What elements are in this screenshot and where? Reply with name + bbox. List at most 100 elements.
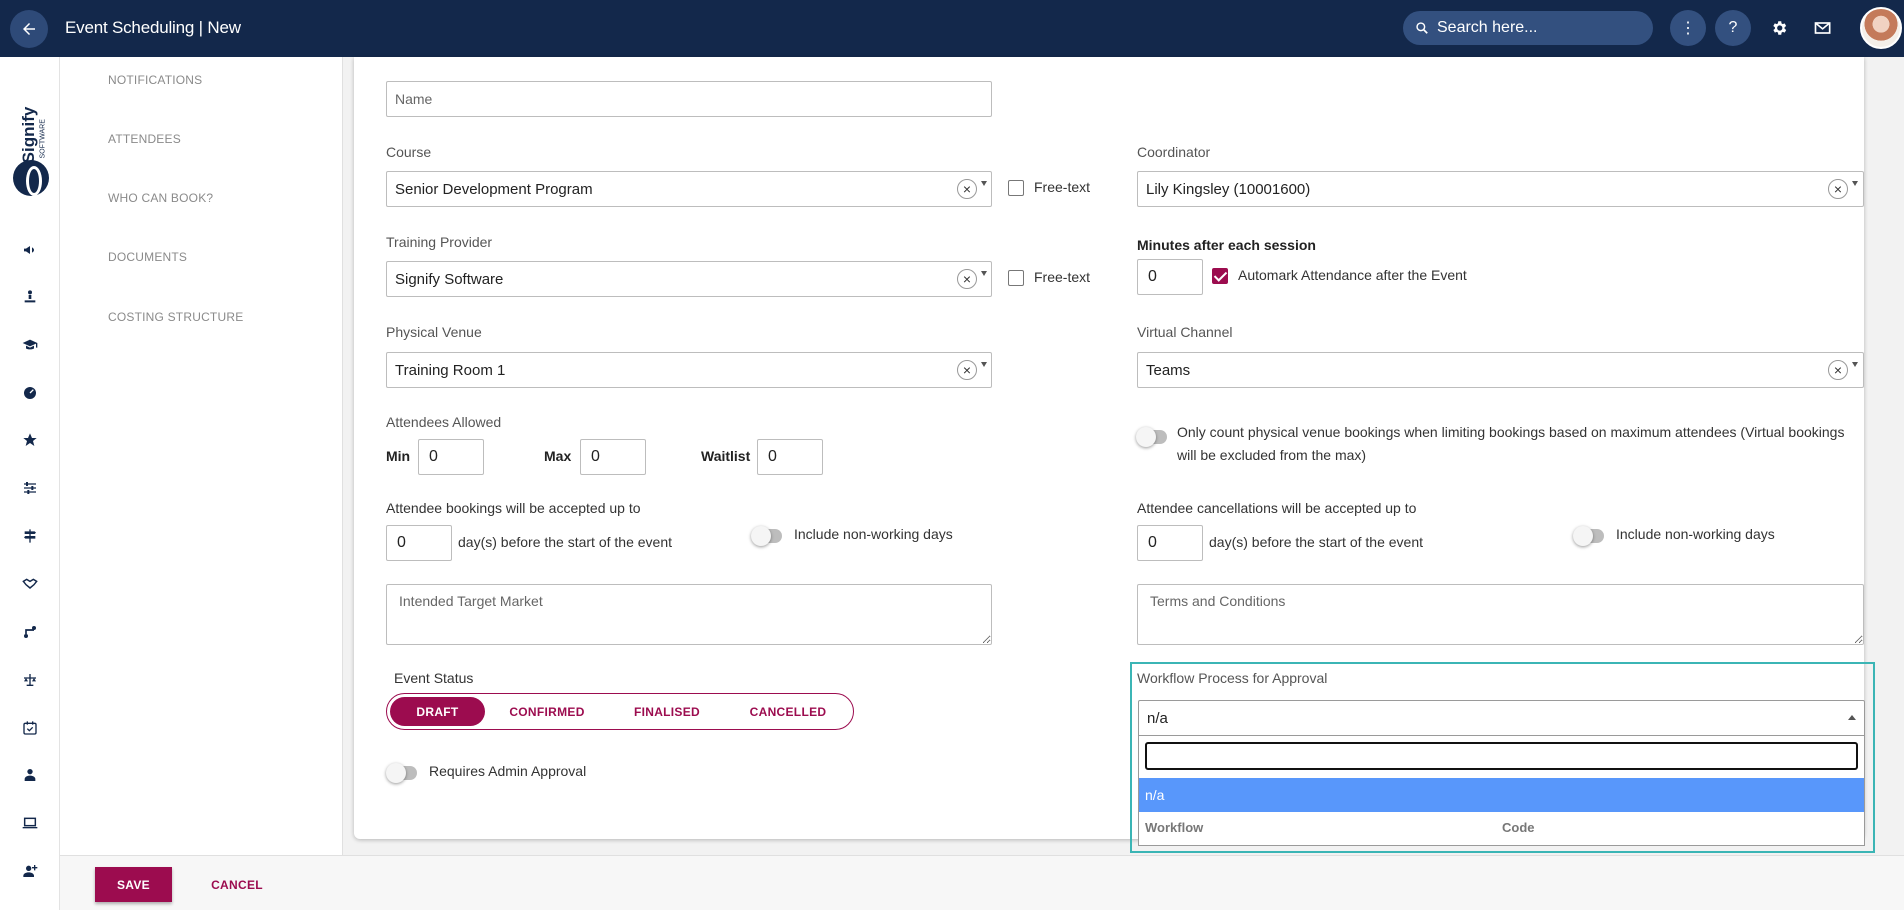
training-icon[interactable]: [20, 287, 40, 307]
code-column-header: Code: [1502, 820, 1535, 835]
event-status-label: Event Status: [394, 670, 474, 686]
arrow-left-icon: [23, 23, 35, 35]
status-cancelled-button[interactable]: CANCELLED: [731, 697, 845, 726]
chevron-down-icon: [981, 362, 987, 367]
course-freetext-checkbox[interactable]: [1008, 180, 1024, 196]
signify-logo: Signify SOFTWARE: [10, 85, 52, 200]
search-box[interactable]: [1403, 11, 1653, 45]
workflow-select[interactable]: n/a: [1138, 700, 1865, 736]
physical-venue-select[interactable]: Training Room 1 ×: [386, 352, 992, 388]
only-count-physical-toggle[interactable]: [1136, 427, 1167, 447]
bookings-nonworking-toggle[interactable]: [751, 526, 782, 546]
only-count-physical-label: Only count physical venue bookings when …: [1177, 424, 1845, 463]
avatar[interactable]: [1860, 7, 1902, 49]
sliders-icon[interactable]: [20, 478, 40, 498]
laptop-icon[interactable]: [20, 813, 40, 833]
cancellations-nonworking-toggle[interactable]: [1573, 526, 1604, 546]
min-attendees-input[interactable]: [418, 439, 484, 475]
virtual-channel-clear-icon[interactable]: ×: [1828, 360, 1848, 380]
gear-icon[interactable]: [1768, 17, 1790, 39]
cancel-button[interactable]: CANCEL: [202, 867, 272, 902]
chevron-up-icon: [1848, 715, 1856, 720]
max-label: Max: [544, 448, 572, 464]
coordinator-clear-icon[interactable]: ×: [1828, 179, 1848, 199]
search-icon: [1416, 22, 1428, 34]
megaphone-icon[interactable]: [20, 240, 40, 260]
physical-venue-clear-icon[interactable]: ×: [957, 360, 977, 380]
more-options-button[interactable]: ⋮: [1670, 10, 1706, 46]
physical-venue-value: Training Room 1: [395, 362, 506, 379]
training-provider-clear-icon[interactable]: ×: [957, 269, 977, 289]
course-select[interactable]: Senior Development Program ×: [386, 171, 992, 207]
cancellations-nonworking-label: Include non-working days: [1616, 526, 1775, 542]
training-provider-select[interactable]: Signify Software ×: [386, 261, 992, 297]
coordinator-select[interactable]: Lily Kingsley (10001600) ×: [1137, 171, 1864, 207]
add-user-icon[interactable]: [20, 861, 40, 881]
name-input[interactable]: [386, 81, 992, 117]
requires-admin-toggle[interactable]: [386, 763, 417, 783]
section-nav-attendees[interactable]: ATTENDEES: [108, 132, 181, 146]
virtual-channel-select[interactable]: Teams ×: [1137, 352, 1864, 388]
save-button[interactable]: SAVE: [95, 867, 172, 902]
section-nav-costing-structure[interactable]: COSTING STRUCTURE: [108, 310, 243, 324]
chevron-down-icon: [981, 271, 987, 276]
min-label: Min: [386, 448, 411, 464]
status-confirmed-button[interactable]: CONFIRMED: [489, 697, 605, 726]
scales-icon[interactable]: [20, 670, 40, 690]
workflow-option-na[interactable]: n/a: [1139, 778, 1864, 812]
coordinator-value: Lily Kingsley (10001600): [1146, 181, 1311, 198]
handshake-icon[interactable]: [20, 574, 40, 594]
chevron-down-icon: [1852, 362, 1858, 367]
workflow-column-header: Workflow: [1145, 820, 1204, 835]
target-market-textarea[interactable]: [386, 584, 992, 645]
waitlist-input[interactable]: [757, 439, 823, 475]
section-nav-documents[interactable]: DOCUMENTS: [108, 250, 187, 264]
physical-venue-label: Physical Venue: [386, 324, 482, 340]
bookings-nonworking-label: Include non-working days: [794, 526, 953, 542]
course-clear-icon[interactable]: ×: [957, 179, 977, 199]
chevron-down-icon: [981, 181, 987, 186]
training-provider-freetext-checkbox[interactable]: [1008, 270, 1024, 286]
help-button[interactable]: ?: [1715, 10, 1751, 46]
max-attendees-input[interactable]: [580, 439, 646, 475]
course-label: Course: [386, 144, 432, 160]
waitlist-label: Waitlist: [701, 448, 751, 464]
search-input[interactable]: [1437, 19, 1637, 37]
training-provider-freetext-label: Free-text: [1034, 269, 1091, 285]
coordinator-label: Coordinator: [1137, 144, 1211, 160]
branch-icon[interactable]: [20, 622, 40, 642]
status-draft-button[interactable]: DRAFT: [390, 697, 485, 726]
star-icon[interactable]: [20, 430, 40, 450]
back-button[interactable]: [10, 10, 48, 48]
status-finalised-button[interactable]: FINALISED: [612, 697, 722, 726]
action-bar: SAVE CANCEL: [60, 855, 1904, 910]
page-title: Event Scheduling | New: [65, 18, 241, 37]
terms-textarea[interactable]: [1137, 584, 1864, 645]
workflow-search-input[interactable]: [1145, 742, 1858, 770]
minutes-after-input[interactable]: [1137, 259, 1203, 295]
workflow-value: n/a: [1147, 710, 1168, 727]
requires-admin-label: Requires Admin Approval: [429, 763, 587, 779]
dashboard-icon[interactable]: [20, 383, 40, 403]
mail-icon[interactable]: [1812, 17, 1834, 39]
course-freetext-label: Free-text: [1034, 179, 1091, 195]
graduation-cap-icon[interactable]: [20, 335, 40, 355]
calendar-check-icon[interactable]: [20, 718, 40, 738]
workflow-dropdown: n/a Workflow Code: [1138, 736, 1865, 846]
automark-label: Automark Attendance after the Event: [1238, 267, 1467, 283]
cancellations-label: Attendee cancellations will be accepted …: [1137, 500, 1417, 516]
bookings-days-label: day(s) before the start of the event: [458, 534, 673, 550]
chevron-down-icon: [1852, 181, 1858, 186]
event-status-segmented: DRAFT CONFIRMED FINALISED CANCELLED: [386, 693, 854, 730]
course-value: Senior Development Program: [395, 181, 593, 198]
section-nav-who-can-book[interactable]: WHO CAN BOOK?: [108, 191, 213, 205]
icon-rail: Signify SOFTWARE: [0, 57, 60, 910]
cancellations-days-label: day(s) before the start of the event: [1209, 534, 1424, 550]
signpost-icon[interactable]: [20, 526, 40, 546]
cancellations-days-input[interactable]: [1137, 525, 1203, 561]
bookings-days-input[interactable]: [386, 525, 452, 561]
section-nav-notifications[interactable]: NOTIFICATIONS: [108, 73, 202, 87]
automark-checkbox[interactable]: [1212, 268, 1228, 284]
training-provider-value: Signify Software: [395, 271, 504, 288]
person-badge-icon[interactable]: [20, 765, 40, 785]
